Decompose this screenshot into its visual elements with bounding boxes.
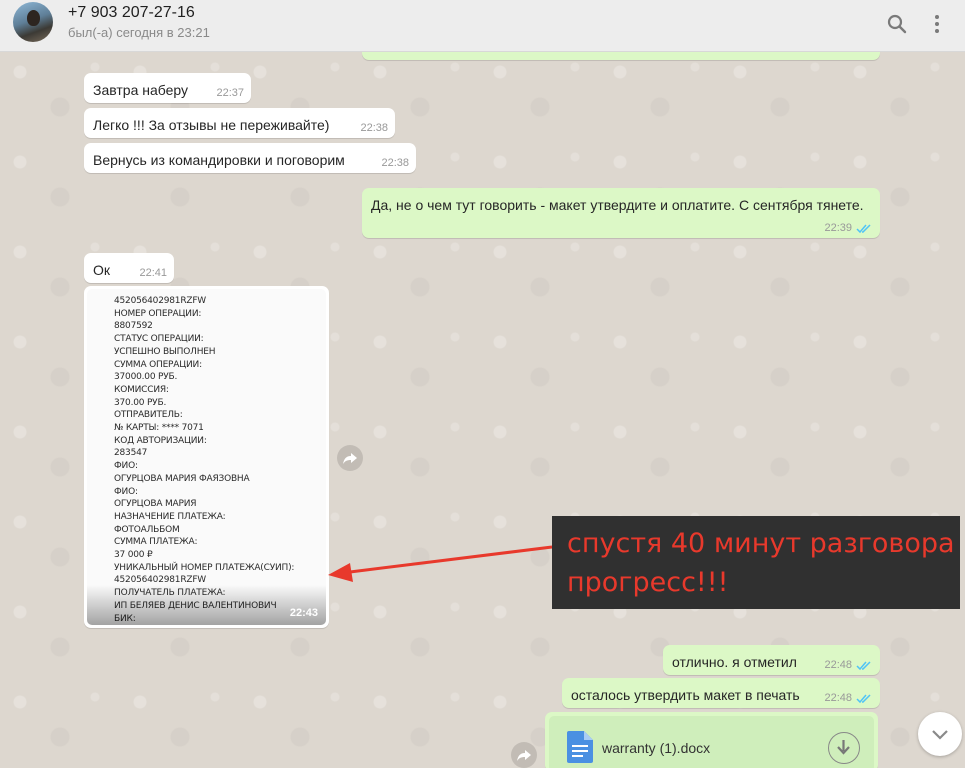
message-time: 22:38 [381, 157, 409, 169]
receipt-line: ОГУРЦОВА МАРИЯ [114, 499, 197, 510]
download-icon [837, 740, 850, 755]
receipt-line: 283547 [114, 448, 148, 459]
receipt-line: УНИКАЛЬНЫЙ НОМЕР ПЛАТЕЖА(СУИП): [114, 562, 295, 573]
receipt-image-message[interactable]: 452056402981RZFW НОМЕР ОПЕРАЦИИ: 8807592 СТ… [84, 286, 329, 628]
read-checks-icon [856, 694, 871, 704]
message-bubble[interactable]: Да, не о чем тут говорить - макет утверд… [362, 188, 880, 238]
receipt-line: СТАТУС ОПЕРАЦИИ: [114, 334, 204, 345]
receipt-line: НОМЕР ОПЕРАЦИИ: [114, 308, 202, 319]
message-time: 22:48 [824, 692, 852, 704]
message-bubble-partial [362, 52, 880, 60]
chat-header: +7 903 207-27-16 был(-а) сегодня в 23:21 [0, 0, 965, 52]
message-text: Ок [93, 262, 111, 278]
contact-name[interactable]: +7 903 207-27-16 [68, 4, 195, 22]
chevron-down-icon [932, 730, 948, 740]
receipt-line: ОГУРЦОВА МАРИЯ ФАЯЗОВНА [114, 473, 250, 484]
receipt-line: КОМИССИЯ: [114, 384, 169, 395]
message-bubble[interactable]: Ок 22:41 [84, 253, 174, 283]
message-text: Легко !!! За отзывы не переживайте) [93, 117, 330, 133]
document-card[interactable]: warranty (1).docx [549, 716, 874, 768]
message-time: 22:43 [289, 607, 318, 619]
forward-button[interactable] [511, 742, 537, 768]
message-time: 22:41 [139, 267, 167, 279]
message-time: 22:37 [216, 87, 244, 99]
annotation-text: прогресс!!! [567, 567, 729, 598]
message-bubble[interactable]: Легко !!! За отзывы не переживайте) 22:3… [84, 108, 395, 138]
receipt-line: ОТПРАВИТЕЛЬ: [114, 410, 183, 421]
document-icon [567, 731, 593, 763]
read-checks-icon [856, 224, 871, 234]
annotation-arrow [328, 545, 553, 582]
forward-icon [517, 750, 531, 761]
annotation-box: спустя 40 минут разговора прогресс!!! [552, 516, 960, 609]
forward-icon [343, 453, 357, 464]
receipt-line: 370.00 РУБ. [114, 397, 167, 408]
message-time: 22:38 [360, 122, 388, 134]
receipt-line: 37000.00 РУБ. [114, 372, 178, 383]
document-message[interactable]: warranty (1).docx [545, 712, 878, 768]
receipt-line: НАЗНАЧЕНИЕ ПЛАТЕЖА: [114, 511, 226, 522]
receipt-line: 37 000 ₽ [114, 550, 153, 561]
receipt-line: ФИО: [114, 486, 138, 497]
document-filename: warranty (1).docx [602, 740, 711, 756]
message-time: 22:39 [824, 222, 852, 234]
receipt-line: СУММА ОПЕРАЦИИ: [114, 359, 202, 370]
menu-icon[interactable] [925, 12, 949, 36]
annotation-text: спустя 40 минут разговора [567, 528, 955, 559]
receipt-line: СУММА ПЛАТЕЖА: [114, 537, 198, 548]
forward-button[interactable] [337, 445, 363, 471]
image-shadow [87, 585, 326, 625]
scroll-down-button[interactable] [918, 712, 962, 756]
download-button[interactable] [828, 732, 860, 764]
receipt-image[interactable]: 452056402981RZFW НОМЕР ОПЕРАЦИИ: 8807592 СТ… [87, 289, 326, 625]
receipt-text: 452056402981RZFW НОМЕР ОПЕРАЦИИ: 8807592 СТ… [114, 295, 294, 625]
message-text: Да, не о чем тут говорить - макет утверд… [371, 197, 864, 213]
search-icon[interactable] [885, 12, 909, 36]
message-time: 22:48 [824, 659, 852, 671]
receipt-line: 452056402981RZFW [114, 296, 207, 306]
receipt-line: ФИО: [114, 461, 138, 472]
message-bubble[interactable]: Вернусь из командировки и поговорим 22:3… [84, 143, 416, 173]
message-text: Завтра наберу [93, 82, 189, 98]
read-checks-icon [856, 661, 871, 671]
message-text: отлично. я отметил [672, 654, 797, 670]
message-bubble[interactable]: Завтра наберу 22:37 [84, 73, 251, 103]
message-bubble[interactable]: отлично. я отметил 22:48 [663, 645, 880, 675]
contact-avatar[interactable] [13, 2, 53, 42]
receipt-line: УСПЕШНО ВЫПОЛНЕН [114, 346, 216, 357]
receipt-line: КОД АВТОРИЗАЦИИ: [114, 435, 207, 446]
receipt-line: № КАРТЫ: **** 7071 [114, 423, 204, 434]
receipt-line: ФОТОАЛЬБОМ [114, 524, 180, 535]
last-seen-status: был(-а) сегодня в 23:21 [68, 25, 210, 40]
message-text: осталось утвердить макет в печать [571, 687, 800, 703]
message-text: Вернусь из командировки и поговорим [93, 152, 345, 168]
message-bubble[interactable]: осталось утвердить макет в печать 22:48 [562, 678, 880, 708]
receipt-line: 8807592 [114, 321, 153, 332]
